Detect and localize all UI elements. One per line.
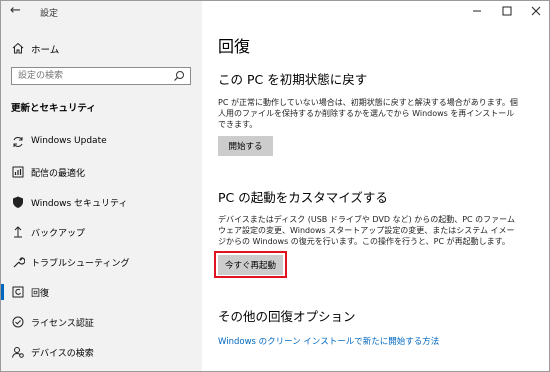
- advanced-startup-description: デバイスまたはディスク (USB ドライブや DVD など) からの起動、PC …: [218, 215, 515, 246]
- delivery-optimization-icon: [12, 166, 24, 178]
- sidebar-item-label: ホーム: [31, 45, 60, 56]
- title-bar: ← 設定: [1, 1, 202, 23]
- sidebar-item-label: 配信の最適化: [31, 169, 86, 179]
- sidebar-item-label: トラブルシューティング: [31, 259, 130, 269]
- sidebar: ← 設定 ホーム 更新とセキュリティ Windows Update: [1, 1, 202, 371]
- sidebar-item-home[interactable]: ホーム: [1, 37, 202, 59]
- sidebar-item-activation[interactable]: ライセンス認証: [1, 310, 202, 334]
- search-input[interactable]: [12, 68, 168, 84]
- reset-heading: この PC を初期状態に戻す: [218, 72, 368, 87]
- sidebar-item-label: Windows セキュリティ: [31, 199, 128, 209]
- section-title: 更新とセキュリティ: [11, 103, 96, 114]
- main-content: 回復 この PC を初期状態に戻す PC が正常に動作していない場合は、初期状態…: [202, 1, 549, 371]
- restart-now-button[interactable]: 今すぐ再起動: [218, 255, 283, 275]
- sidebar-item-backup[interactable]: バックアップ: [1, 220, 202, 244]
- selection-indicator: [1, 284, 4, 300]
- sidebar-item-label: デバイスの検索: [31, 349, 94, 359]
- sidebar-item-label: バックアップ: [31, 229, 86, 239]
- recovery-icon: [12, 286, 24, 298]
- sidebar-item-label: 回復: [31, 289, 50, 299]
- sidebar-item-find-device[interactable]: デバイスの検索: [1, 340, 202, 364]
- sidebar-item-label: Windows Update: [31, 136, 107, 146]
- clean-install-link[interactable]: Windows のクリーン インストールで新たに開始する方法: [218, 335, 439, 347]
- sidebar-item-troubleshoot[interactable]: トラブルシューティング: [1, 250, 202, 274]
- maximize-icon[interactable]: [499, 4, 515, 18]
- sidebar-item-windows-update[interactable]: Windows Update: [1, 130, 202, 154]
- start-reset-button[interactable]: 開始する: [218, 136, 273, 156]
- advanced-startup-heading: PC の起動をカスタマイズする: [218, 190, 388, 205]
- sidebar-item-label: ライセンス認証: [31, 319, 94, 329]
- sync-icon: [13, 137, 23, 147]
- shield-icon: [13, 196, 23, 208]
- check-circle-icon: [12, 316, 24, 328]
- search-box[interactable]: [11, 67, 191, 85]
- back-arrow-icon[interactable]: ←: [10, 4, 24, 18]
- sidebar-item-recovery[interactable]: 回復: [1, 280, 202, 304]
- sidebar-item-windows-security[interactable]: Windows セキュリティ: [1, 190, 202, 214]
- wrench-icon: [13, 257, 25, 268]
- app-title: 設定: [40, 9, 59, 19]
- more-options-heading: その他の回復オプション: [218, 309, 356, 324]
- sidebar-item-delivery-optimization[interactable]: 配信の最適化: [1, 160, 202, 184]
- page-title: 回復: [218, 37, 251, 56]
- backup-arrow-icon: [14, 226, 22, 238]
- home-icon: [12, 42, 24, 54]
- search-icon[interactable]: [173, 70, 185, 82]
- minimize-icon[interactable]: [469, 4, 485, 18]
- reset-description: PC が正常に動作していない場合は、初期状態に戻すと解決する場合があります。個人…: [218, 98, 518, 129]
- person-pin-icon: [12, 347, 24, 358]
- close-icon[interactable]: [528, 4, 544, 18]
